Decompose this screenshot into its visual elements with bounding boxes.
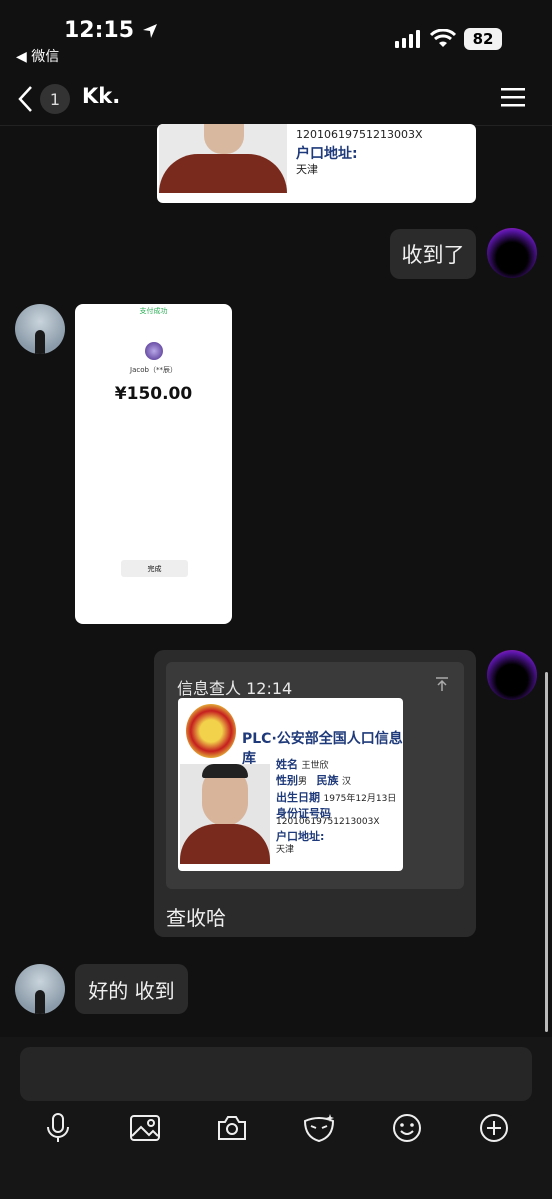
address-value: 天津 — [276, 845, 295, 855]
wifi-icon — [430, 29, 456, 47]
payee-name: Jacob（**辰） — [130, 366, 177, 374]
album-button[interactable] — [127, 1110, 163, 1146]
id-card-image[interactable]: PLC·公安部全国人口信息库 姓名 王世欣 性别男 民族 汉 出生日期 1975… — [178, 698, 403, 871]
sticker-button[interactable] — [301, 1110, 337, 1146]
input-toolbar — [0, 1110, 552, 1150]
id-card-image-partial[interactable]: 12010619751213003X 户口地址: 天津 — [157, 124, 476, 203]
emoji-button[interactable] — [389, 1110, 425, 1146]
address-label: 户口地址: — [296, 146, 358, 162]
message-caption: 查收哈 — [166, 906, 226, 930]
plus-icon — [480, 1114, 508, 1142]
back-to-app[interactable]: ◀ 微信 — [16, 46, 59, 66]
pay-amount: ¥150.00 — [114, 384, 193, 404]
battery-indicator: 82 — [464, 28, 502, 50]
id-photo — [180, 764, 270, 864]
menu-icon — [501, 88, 525, 107]
my-avatar[interactable] — [487, 650, 537, 700]
chat-title: Kk. — [82, 84, 121, 108]
unread-badge: 1 — [40, 84, 70, 114]
camera-icon — [218, 1116, 246, 1140]
my-message-bubble[interactable]: 收到了 — [390, 229, 476, 279]
contact-avatar[interactable] — [15, 964, 65, 1014]
dob-row: 出生日期 1975年12月13日 — [276, 791, 397, 804]
voice-button[interactable] — [40, 1110, 76, 1146]
contact-message-bubble[interactable]: 好的 收到 — [75, 964, 188, 1014]
scrollbar[interactable] — [545, 672, 548, 1032]
message-input[interactable] — [20, 1047, 532, 1101]
back-button[interactable] — [16, 84, 36, 118]
forwarded-card[interactable]: 信息查人 12:14 PLC·公安部全国人口信息库 姓名 王世欣 性别男 民族 … — [166, 662, 464, 889]
pay-status: 支付成功 — [139, 307, 168, 315]
signal-icon — [395, 30, 420, 48]
id-photo — [159, 124, 287, 193]
pin-top-icon[interactable] — [434, 676, 450, 692]
gender-row: 性别男 民族 汉 — [276, 774, 352, 787]
pay-done-button: 完成 — [121, 560, 188, 577]
status-icons: 82 — [394, 28, 502, 50]
payee-avatar — [145, 342, 163, 360]
back-chevron-icon — [18, 86, 32, 112]
id-number: 12010619751213003X — [296, 128, 423, 141]
forward-header: 信息查人 12:14 — [177, 679, 293, 698]
id-number: 12010619751213003X — [276, 817, 380, 827]
mask-icon — [303, 1114, 335, 1143]
emoji-icon — [393, 1114, 421, 1142]
mic-icon — [47, 1113, 69, 1142]
image-icon — [130, 1115, 160, 1141]
emblem-icon — [186, 704, 236, 758]
message-text: 收到了 — [401, 243, 465, 267]
menu-button[interactable] — [500, 86, 526, 112]
name-row: 姓名 王世欣 — [276, 758, 329, 771]
status-time: 12:15 — [64, 18, 158, 43]
camera-button[interactable] — [214, 1110, 250, 1146]
location-arrow-icon — [142, 24, 157, 38]
message-text: 好的 收到 — [88, 978, 175, 1003]
contact-avatar[interactable] — [15, 304, 65, 354]
my-avatar[interactable] — [487, 228, 537, 278]
more-button[interactable] — [476, 1110, 512, 1146]
address-value: 天津 — [296, 163, 318, 176]
payment-screenshot[interactable]: 支付成功 Jacob（**辰） ¥150.00 完成 — [75, 304, 232, 624]
forwarded-message-bubble[interactable]: 信息查人 12:14 PLC·公安部全国人口信息库 姓名 王世欣 性别男 民族 … — [154, 650, 476, 937]
